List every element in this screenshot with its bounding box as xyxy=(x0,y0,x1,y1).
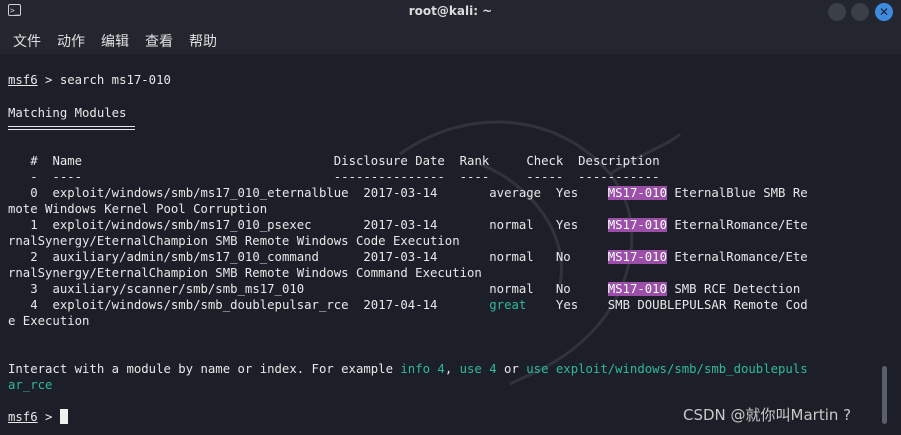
command-line: msf6 > search ms17-010 xyxy=(8,73,171,87)
csdn-watermark: CSDN @就你叫Martin ? xyxy=(683,406,852,424)
heading-underline xyxy=(8,129,135,131)
table-row: 1 exploit/windows/smb/ms17_010_psexec 20… xyxy=(30,218,808,232)
table-row: 3 auxiliary/scanner/smb/smb_ms17_010 nor… xyxy=(30,282,801,296)
table-row: 0 exploit/windows/smb/ms17_010_eternalbl… xyxy=(30,186,808,200)
table-row: 4 exploit/windows/smb/smb_doublepulsar_r… xyxy=(30,298,808,312)
prompt-msf6: msf6 xyxy=(8,73,38,87)
heading-underline xyxy=(8,126,135,128)
menu-view[interactable]: 查看 xyxy=(145,31,173,51)
scrollbar[interactable] xyxy=(882,366,887,424)
close-button[interactable]: ✕ xyxy=(875,3,893,21)
terminal-output[interactable]: msf6 > search ms17-010 Matching Modules … xyxy=(0,54,901,435)
text-cursor xyxy=(59,409,68,424)
interact-hint-wrap: ar_rce xyxy=(8,378,53,392)
table-header-rule: - ---- --------------- ---- ----- ------… xyxy=(8,170,660,184)
maximize-button[interactable] xyxy=(851,3,869,21)
table-row-wrap: rnalSynergy/EternalChampion SMB Remote W… xyxy=(8,234,460,248)
title-bar: >_ root@kali: ~ ✕ xyxy=(0,0,901,24)
prompt-msf6: msf6 xyxy=(8,410,38,424)
table-header: # Name Disclosure Date Rank Check Descri… xyxy=(30,154,660,168)
command-text: search ms17-010 xyxy=(59,73,171,87)
table-row-wrap: e Execution xyxy=(8,314,90,328)
interact-hint: Interact with a module by name or index.… xyxy=(8,362,808,376)
menu-edit[interactable]: 编辑 xyxy=(101,31,129,51)
table-row-wrap: mote Windows Kernel Pool Corruption xyxy=(8,202,268,216)
section-heading: Matching Modules xyxy=(8,106,127,120)
menu-file[interactable]: 文件 xyxy=(13,31,41,51)
menu-help[interactable]: 帮助 xyxy=(189,31,217,51)
minimize-button[interactable] xyxy=(828,3,846,21)
menu-action[interactable]: 动作 xyxy=(57,31,85,51)
window-title: root@kali: ~ xyxy=(408,4,493,18)
active-prompt[interactable]: msf6 > xyxy=(8,409,68,425)
table-row: 2 auxiliary/admin/smb/ms17_010_command 2… xyxy=(30,250,808,264)
menu-bar: 文件 动作 编辑 查看 帮助 xyxy=(0,24,901,54)
table-row-wrap: rnalSynergy/EternalChampion SMB Remote W… xyxy=(8,266,482,280)
